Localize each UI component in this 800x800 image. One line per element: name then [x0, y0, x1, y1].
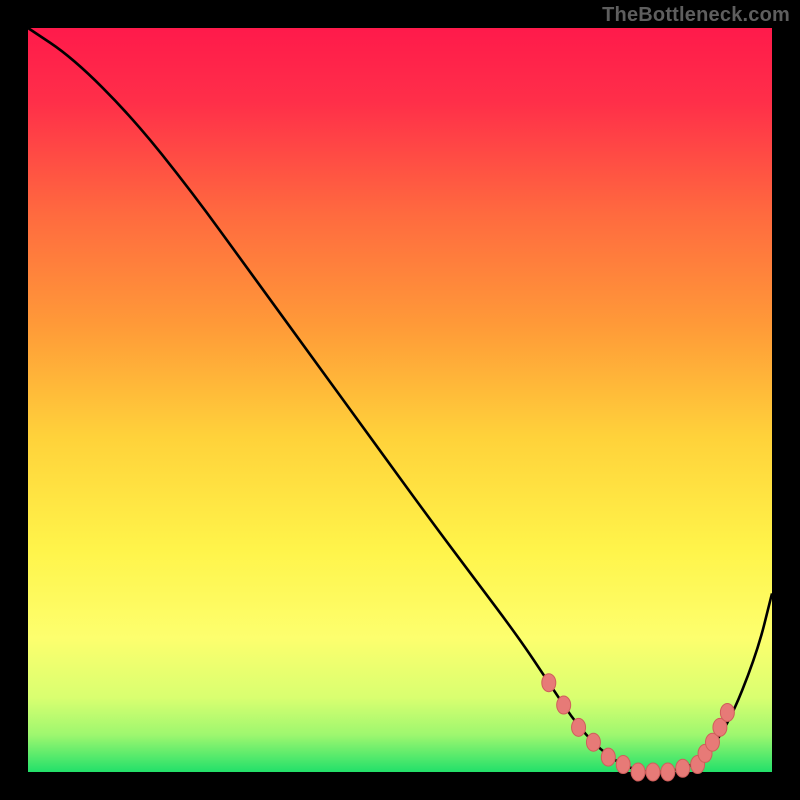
- curve-marker: [601, 748, 615, 766]
- watermark-text: TheBottleneck.com: [602, 4, 790, 27]
- bottleneck-chart: [0, 0, 800, 800]
- curve-marker: [646, 763, 660, 781]
- plot-background: [28, 28, 772, 772]
- curve-marker: [661, 763, 675, 781]
- curve-marker: [542, 674, 556, 692]
- curve-marker: [616, 756, 630, 774]
- curve-marker: [557, 696, 571, 714]
- curve-marker: [676, 759, 690, 777]
- curve-marker: [572, 718, 586, 736]
- chart-container: { "watermark": "TheBottleneck.com", "col…: [0, 0, 800, 800]
- curve-marker: [631, 763, 645, 781]
- curve-marker: [720, 703, 734, 721]
- curve-marker: [586, 733, 600, 751]
